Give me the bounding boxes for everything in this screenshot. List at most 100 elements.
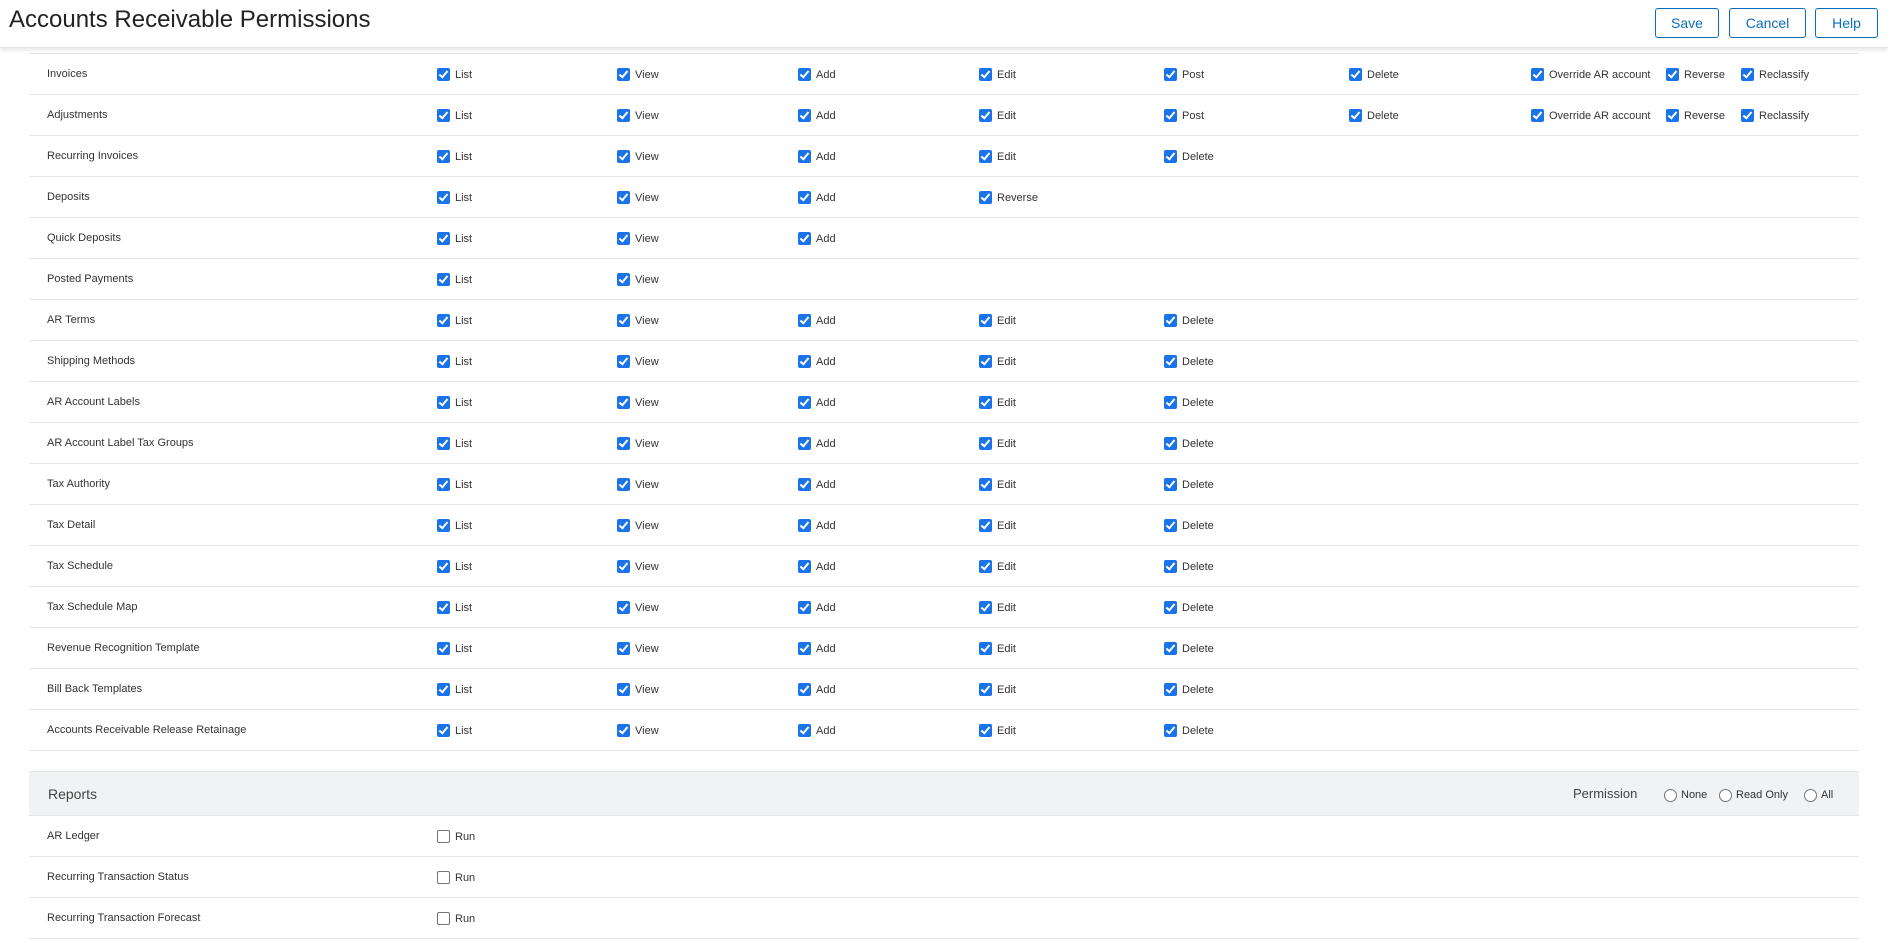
checkbox-checked-icon[interactable] — [798, 395, 811, 409]
permission-reclassify[interactable]: Reclassify — [1741, 66, 1809, 82]
checkbox-checked-icon[interactable] — [979, 354, 992, 368]
permission-delete[interactable]: Delete — [1164, 394, 1214, 410]
permission-read-only-radio[interactable]: Read Only — [1719, 787, 1788, 803]
checkbox-checked-icon[interactable] — [798, 477, 811, 491]
permission-post[interactable]: Post — [1164, 66, 1204, 82]
permission-reverse[interactable]: Reverse — [979, 189, 1038, 205]
permission-add[interactable]: Add — [798, 476, 836, 492]
permission-view[interactable]: View — [617, 312, 659, 328]
checkbox-checked-icon[interactable] — [617, 477, 630, 491]
checkbox-checked-icon[interactable] — [979, 436, 992, 450]
permission-delete[interactable]: Delete — [1164, 558, 1214, 574]
permission-add[interactable]: Add — [798, 148, 836, 164]
permission-delete[interactable]: Delete — [1164, 640, 1214, 656]
permission-add[interactable]: Add — [798, 599, 836, 615]
checkbox-checked-icon[interactable] — [798, 518, 811, 532]
permission-list[interactable]: List — [437, 189, 472, 205]
permission-add[interactable]: Add — [798, 107, 836, 123]
checkbox-checked-icon[interactable] — [1164, 641, 1177, 655]
permission-view[interactable]: View — [617, 599, 659, 615]
radio-icon[interactable] — [1664, 788, 1677, 802]
checkbox-checked-icon[interactable] — [437, 395, 450, 409]
permission-add[interactable]: Add — [798, 558, 836, 574]
checkbox-checked-icon[interactable] — [1741, 108, 1754, 122]
checkbox-unchecked-icon[interactable] — [437, 911, 450, 925]
permission-view[interactable]: View — [617, 230, 659, 246]
permission-override-ar-account[interactable]: Override AR account — [1531, 107, 1651, 123]
checkbox-checked-icon[interactable] — [437, 600, 450, 614]
checkbox-checked-icon[interactable] — [617, 395, 630, 409]
permission-list[interactable]: List — [437, 353, 472, 369]
permission-delete[interactable]: Delete — [1349, 66, 1399, 82]
permission-view[interactable]: View — [617, 66, 659, 82]
checkbox-checked-icon[interactable] — [437, 723, 450, 737]
permission-run[interactable]: Run — [437, 869, 475, 885]
checkbox-checked-icon[interactable] — [437, 231, 450, 245]
checkbox-checked-icon[interactable] — [1666, 67, 1679, 81]
permission-edit[interactable]: Edit — [979, 476, 1016, 492]
cancel-button[interactable]: Cancel — [1729, 8, 1806, 38]
checkbox-checked-icon[interactable] — [437, 149, 450, 163]
checkbox-checked-icon[interactable] — [437, 559, 450, 573]
checkbox-checked-icon[interactable] — [979, 67, 992, 81]
permission-view[interactable]: View — [617, 435, 659, 451]
permission-edit[interactable]: Edit — [979, 640, 1016, 656]
checkbox-checked-icon[interactable] — [798, 231, 811, 245]
checkbox-checked-icon[interactable] — [617, 67, 630, 81]
checkbox-checked-icon[interactable] — [1164, 559, 1177, 573]
save-button[interactable]: Save — [1655, 8, 1719, 38]
permission-post[interactable]: Post — [1164, 107, 1204, 123]
permission-view[interactable]: View — [617, 107, 659, 123]
checkbox-unchecked-icon[interactable] — [437, 829, 450, 843]
permission-delete[interactable]: Delete — [1164, 517, 1214, 533]
permission-none-radio[interactable]: None — [1664, 787, 1707, 803]
checkbox-checked-icon[interactable] — [1164, 518, 1177, 532]
checkbox-checked-icon[interactable] — [617, 313, 630, 327]
checkbox-checked-icon[interactable] — [1164, 723, 1177, 737]
permission-add[interactable]: Add — [798, 640, 836, 656]
checkbox-checked-icon[interactable] — [979, 313, 992, 327]
permission-add[interactable]: Add — [798, 517, 836, 533]
checkbox-checked-icon[interactable] — [979, 149, 992, 163]
checkbox-checked-icon[interactable] — [1666, 108, 1679, 122]
checkbox-checked-icon[interactable] — [437, 313, 450, 327]
checkbox-checked-icon[interactable] — [798, 559, 811, 573]
checkbox-checked-icon[interactable] — [437, 190, 450, 204]
permission-run[interactable]: Run — [437, 828, 475, 844]
checkbox-checked-icon[interactable] — [1741, 67, 1754, 81]
checkbox-checked-icon[interactable] — [617, 518, 630, 532]
permission-edit[interactable]: Edit — [979, 599, 1016, 615]
checkbox-checked-icon[interactable] — [437, 67, 450, 81]
permission-edit[interactable]: Edit — [979, 312, 1016, 328]
checkbox-checked-icon[interactable] — [437, 108, 450, 122]
permission-view[interactable]: View — [617, 394, 659, 410]
checkbox-checked-icon[interactable] — [617, 682, 630, 696]
permission-list[interactable]: List — [437, 148, 472, 164]
checkbox-checked-icon[interactable] — [979, 600, 992, 614]
permission-override-ar-account[interactable]: Override AR account — [1531, 66, 1651, 82]
permission-edit[interactable]: Edit — [979, 517, 1016, 533]
permission-delete[interactable]: Delete — [1164, 476, 1214, 492]
permission-list[interactable]: List — [437, 312, 472, 328]
checkbox-checked-icon[interactable] — [617, 559, 630, 573]
checkbox-checked-icon[interactable] — [617, 272, 630, 286]
permission-delete[interactable]: Delete — [1164, 148, 1214, 164]
permission-add[interactable]: Add — [798, 394, 836, 410]
permission-edit[interactable]: Edit — [979, 353, 1016, 369]
permission-view[interactable]: View — [617, 517, 659, 533]
permission-edit[interactable]: Edit — [979, 681, 1016, 697]
checkbox-checked-icon[interactable] — [437, 682, 450, 696]
checkbox-checked-icon[interactable] — [617, 354, 630, 368]
permission-edit[interactable]: Edit — [979, 722, 1016, 738]
permission-reverse[interactable]: Reverse — [1666, 107, 1725, 123]
checkbox-checked-icon[interactable] — [1164, 149, 1177, 163]
checkbox-checked-icon[interactable] — [617, 108, 630, 122]
checkbox-checked-icon[interactable] — [1164, 67, 1177, 81]
checkbox-checked-icon[interactable] — [979, 108, 992, 122]
checkbox-checked-icon[interactable] — [437, 641, 450, 655]
permission-add[interactable]: Add — [798, 312, 836, 328]
permission-list[interactable]: List — [437, 722, 472, 738]
permission-add[interactable]: Add — [798, 722, 836, 738]
permission-edit[interactable]: Edit — [979, 66, 1016, 82]
checkbox-checked-icon[interactable] — [1349, 67, 1362, 81]
